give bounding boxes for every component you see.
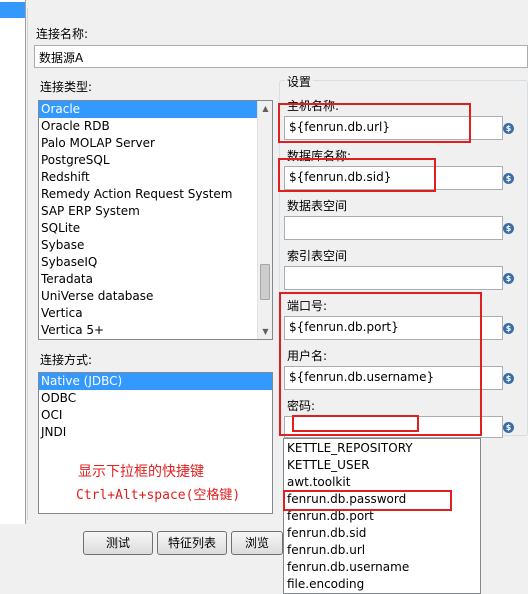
settings-group-title: 设置 <box>285 73 314 90</box>
feature-list-button[interactable]: 特征列表 <box>157 531 227 555</box>
dollar-variable-icon[interactable]: $ <box>503 173 514 184</box>
database-input[interactable]: ${fenrun.db.sid} <box>284 166 503 190</box>
variable-option[interactable]: KETTLE_USER <box>284 457 480 474</box>
dollar-variable-icon[interactable]: $ <box>503 373 514 384</box>
variable-option[interactable]: file.encoding <box>284 576 480 593</box>
connection-type-label: 连接类型: <box>40 80 93 94</box>
connection-type-item[interactable]: Redshift <box>39 169 272 186</box>
connection-type-item[interactable]: Vertica 5+ <box>39 322 272 339</box>
test-button[interactable]: 测试 <box>83 531 153 555</box>
connection-type-item[interactable]: SQLite <box>39 220 272 237</box>
host-label: 主机名称: <box>287 99 340 113</box>
connection-name-label: 连接名称: <box>36 27 89 41</box>
variable-option[interactable]: fenrun.db.password <box>284 491 480 508</box>
connection-type-item[interactable]: Oracle <box>39 101 272 118</box>
variable-option[interactable]: fenrun.db.username <box>284 559 480 576</box>
connection-type-item[interactable]: Remedy Action Request System <box>39 186 272 203</box>
variable-option[interactable]: awt.toolkit <box>284 474 480 491</box>
connection-type-item[interactable]: Sybase <box>39 237 272 254</box>
dollar-variable-icon[interactable]: $ <box>503 422 514 433</box>
left-tree-selected-item[interactable] <box>0 2 25 18</box>
index-tablespace-label: 索引表空间 <box>287 249 348 263</box>
shortcut-hint-title: 显示下拉框的快捷键 <box>78 464 204 480</box>
connection-type-item[interactable]: Palo MOLAP Server <box>39 135 272 152</box>
dollar-variable-icon[interactable]: $ <box>503 323 514 334</box>
password-label: 密码: <box>287 399 316 413</box>
variable-option[interactable]: KETTLE_REPOSITORY <box>284 440 480 457</box>
dollar-variable-icon[interactable]: $ <box>503 223 514 234</box>
connection-type-item[interactable]: Vertica <box>39 305 272 322</box>
left-tree-strip <box>0 0 26 524</box>
port-label: 端口号: <box>287 299 328 313</box>
username-label: 用户名: <box>287 349 328 363</box>
database-label: 数据库名称: <box>287 149 352 163</box>
browse-button[interactable]: 浏览 <box>231 531 283 555</box>
connection-type-item[interactable]: SybaseIQ <box>39 254 272 271</box>
scroll-down-icon[interactable]: ▼ <box>258 324 272 339</box>
variable-dropdown[interactable]: KETTLE_REPOSITORY KETTLE_USER awt.toolkit f… <box>283 438 481 594</box>
scrollbar-thumb[interactable] <box>260 264 270 300</box>
connection-type-item[interactable]: Teradata <box>39 271 272 288</box>
host-input[interactable]: ${fenrun.db.url} <box>284 116 503 140</box>
connection-type-scrollbar[interactable]: ▲ ▼ <box>257 101 272 339</box>
scroll-up-icon[interactable]: ▲ <box>258 101 272 116</box>
index-tablespace-input[interactable] <box>284 266 503 290</box>
access-method-item[interactable]: JNDI <box>39 424 272 441</box>
variable-option[interactable]: fenrun.db.sid <box>284 525 480 542</box>
access-method-item[interactable]: OCI <box>39 407 272 424</box>
access-method-item[interactable]: ODBC <box>39 390 272 407</box>
connection-type-item[interactable]: SAP ERP System <box>39 203 272 220</box>
connection-type-list[interactable]: Oracle Oracle RDB Palo MOLAP Server Postgre… <box>38 100 273 340</box>
connection-type-item[interactable]: PostgreSQL <box>39 152 272 169</box>
username-input[interactable]: ${fenrun.db.username} <box>284 366 503 390</box>
shortcut-hint-keys: Ctrl+Alt+space(空格键) <box>76 488 241 503</box>
dollar-variable-icon[interactable]: $ <box>503 123 514 134</box>
variable-option[interactable]: fenrun.db.port <box>284 508 480 525</box>
access-method-item[interactable]: Native (JDBC) <box>39 373 272 390</box>
dollar-variable-icon[interactable]: $ <box>503 273 514 284</box>
data-tablespace-input[interactable] <box>284 216 503 240</box>
port-input[interactable]: ${fenrun.db.port} <box>284 316 503 340</box>
password-input[interactable] <box>284 416 503 438</box>
connection-type-item[interactable]: UniVerse database <box>39 288 272 305</box>
access-method-label: 连接方式: <box>40 353 93 367</box>
connection-name-input[interactable]: 数据源A <box>34 45 528 68</box>
data-tablespace-label: 数据表空间 <box>287 199 348 213</box>
connection-type-item[interactable]: Oracle RDB <box>39 118 272 135</box>
variable-option[interactable]: fenrun.db.url <box>284 542 480 559</box>
